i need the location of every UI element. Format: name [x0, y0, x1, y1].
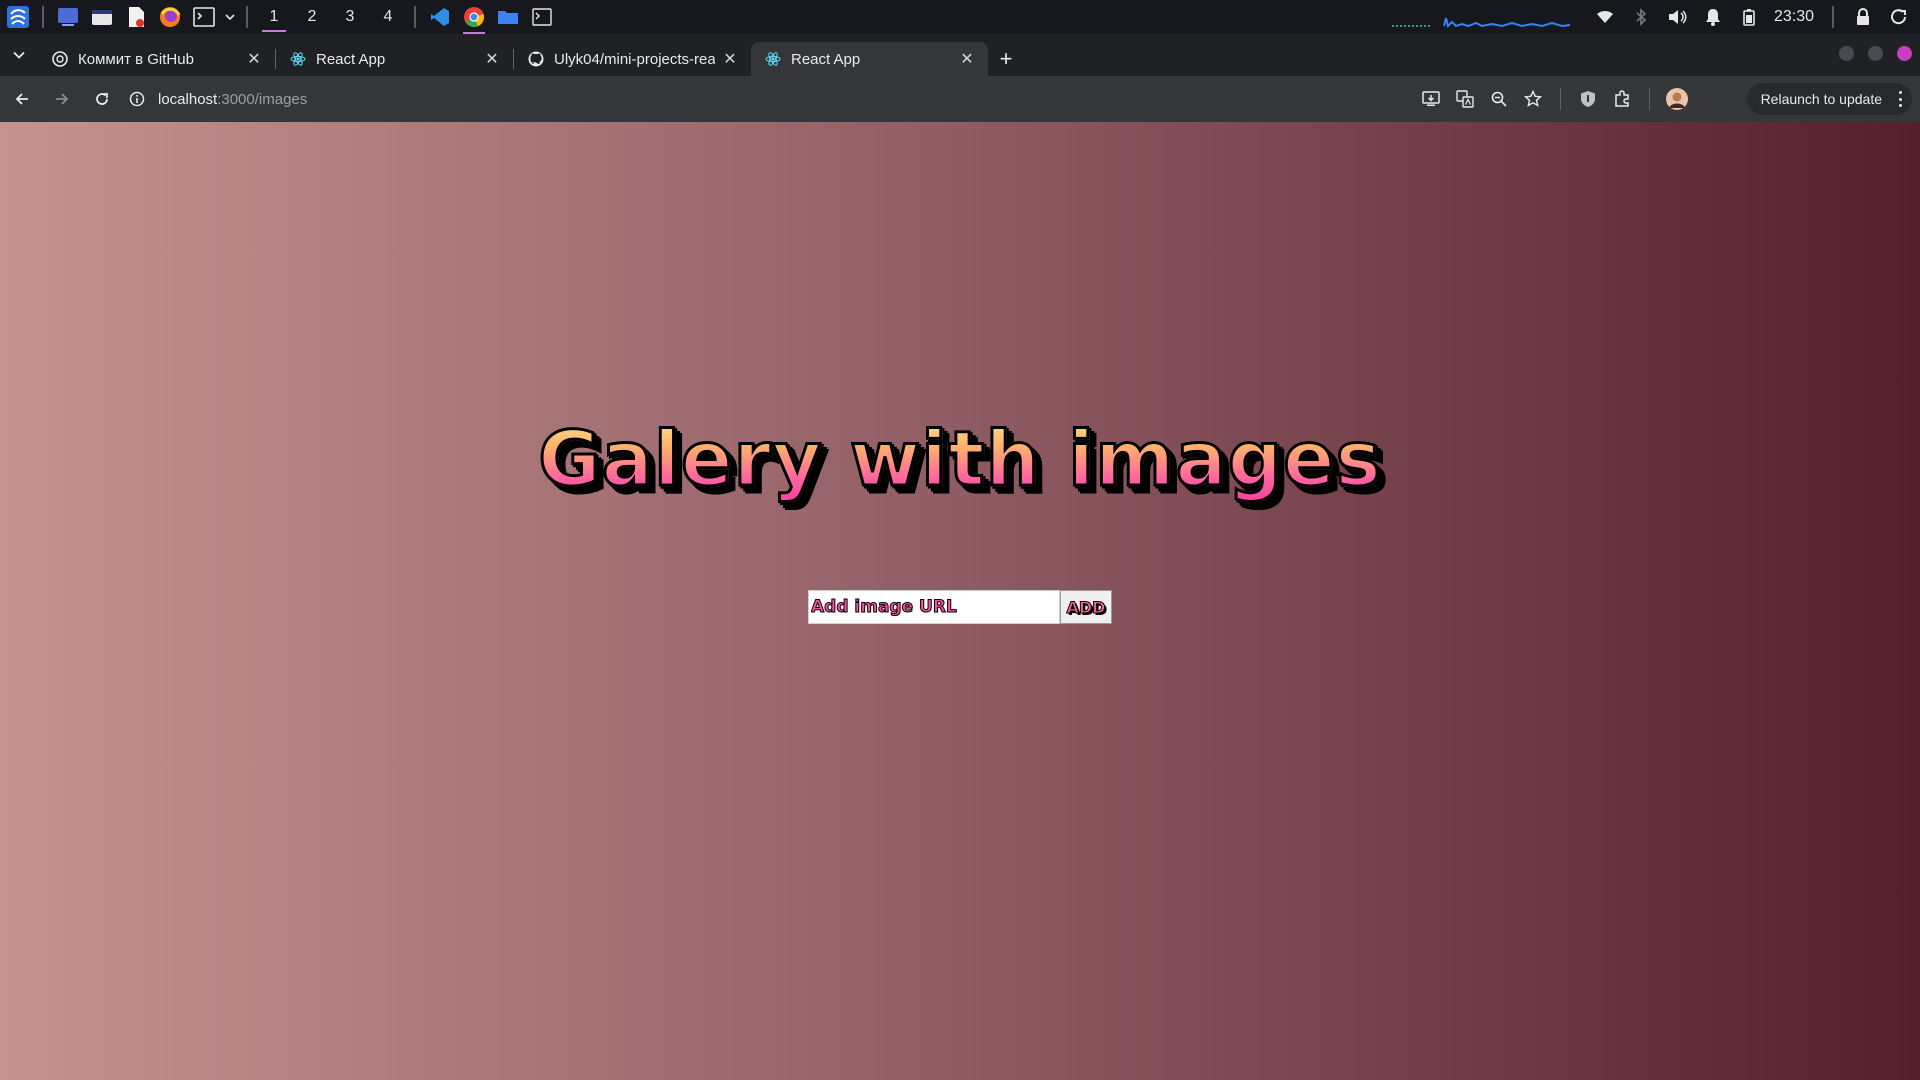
- close-icon[interactable]: ✕: [958, 50, 976, 68]
- back-button[interactable]: [4, 81, 40, 117]
- page-viewport: Galery with images ADD: [0, 122, 1920, 1080]
- react-icon: [765, 51, 781, 67]
- firefox-icon[interactable]: [156, 3, 184, 31]
- relaunch-to-update-button[interactable]: Relaunch to update: [1746, 83, 1912, 115]
- window-controls: [1839, 46, 1912, 61]
- image-url-input[interactable]: [808, 590, 1060, 624]
- toolbar-separator: [1649, 88, 1650, 110]
- workspace-3[interactable]: 3: [334, 0, 366, 34]
- power-icon[interactable]: [1888, 6, 1910, 28]
- browser-toolbar: localhost:3000/images Relaunch to update: [0, 76, 1920, 122]
- bell-icon[interactable]: [1702, 6, 1724, 28]
- forward-button[interactable]: [44, 81, 80, 117]
- add-image-form: ADD: [808, 590, 1112, 624]
- url-host: localhost: [158, 90, 218, 108]
- site-info-icon[interactable]: [120, 82, 154, 116]
- battery-icon[interactable]: [1738, 6, 1760, 28]
- clock[interactable]: 23:30: [1774, 8, 1814, 26]
- toolbar-separator: [1560, 88, 1561, 110]
- maximize-button[interactable]: [1868, 46, 1883, 61]
- launcher-icon[interactable]: [4, 3, 32, 31]
- page-title: Galery with images: [0, 413, 1920, 505]
- browser-tab-strip: Коммит в GitHub ✕ React App ✕ Ulyk04/min…: [0, 34, 1920, 76]
- tab-react-app-active[interactable]: React App ✕: [751, 42, 988, 76]
- github-icon: [528, 51, 544, 67]
- volume-icon[interactable]: [1666, 6, 1688, 28]
- files-icon[interactable]: [88, 3, 116, 31]
- wifi-icon[interactable]: [1594, 6, 1616, 28]
- desktop-icon[interactable]: [54, 3, 82, 31]
- tab-search-button[interactable]: [0, 34, 38, 76]
- bluetooth-icon[interactable]: [1630, 6, 1652, 28]
- tab-react-app-1[interactable]: React App ✕: [276, 42, 513, 76]
- workspace-1[interactable]: 1: [258, 0, 290, 34]
- panel-separator: [1832, 6, 1834, 28]
- address-bar[interactable]: localhost:3000/images: [120, 82, 1480, 116]
- minimize-button[interactable]: [1839, 46, 1854, 61]
- close-icon[interactable]: ✕: [483, 50, 501, 68]
- vscode-icon[interactable]: [426, 3, 454, 31]
- tab-title: React App: [316, 50, 386, 68]
- tab-commit-github[interactable]: Коммит в GitHub ✕: [38, 42, 275, 76]
- add-button[interactable]: ADD: [1060, 590, 1112, 624]
- workspace-2[interactable]: 2: [296, 0, 328, 34]
- more-menu-icon[interactable]: [1898, 91, 1902, 107]
- tab-title: React App: [791, 50, 861, 68]
- toolbar-actions: [1418, 76, 1690, 122]
- extensions-icon[interactable]: [1609, 86, 1635, 112]
- zoom-icon[interactable]: [1486, 86, 1512, 112]
- url-path: :3000/images: [217, 90, 308, 108]
- tab-title: Ulyk04/mini-projects-react: [554, 50, 715, 68]
- tab-github-repo[interactable]: Ulyk04/mini-projects-react ✕: [514, 42, 751, 76]
- profile-avatar[interactable]: [1664, 86, 1690, 112]
- chrome-icon[interactable]: [460, 3, 488, 34]
- close-icon[interactable]: ✕: [245, 50, 263, 68]
- chevron-down-icon[interactable]: [224, 3, 236, 31]
- cpu-graph: [1391, 17, 1571, 28]
- new-tab-button[interactable]: +: [988, 42, 1024, 76]
- tab-title: Коммит в GitHub: [78, 50, 194, 68]
- translate-icon[interactable]: [1452, 86, 1478, 112]
- chatgpt-icon: [52, 51, 68, 67]
- panel-separator: [42, 6, 44, 28]
- relaunch-label: Relaunch to update: [1760, 91, 1882, 107]
- url-text[interactable]: localhost:3000/images: [158, 91, 307, 108]
- install-app-icon[interactable]: [1418, 86, 1444, 112]
- window-close-button[interactable]: [1897, 46, 1912, 61]
- panel-separator: [246, 6, 248, 28]
- lock-icon[interactable]: [1852, 6, 1874, 28]
- bookmark-star-icon[interactable]: [1520, 86, 1546, 112]
- folder-icon[interactable]: [494, 3, 522, 31]
- os-top-panel: 1 2 3 4 23:30: [0, 0, 1920, 34]
- terminal-icon[interactable]: [190, 3, 218, 31]
- reload-button[interactable]: [84, 81, 120, 117]
- text-editor-icon[interactable]: [122, 3, 150, 31]
- shield-extension-icon[interactable]: [1575, 86, 1601, 112]
- panel-separator: [414, 6, 416, 28]
- react-icon: [290, 51, 306, 67]
- close-icon[interactable]: ✕: [721, 50, 739, 68]
- workspace-4[interactable]: 4: [372, 0, 404, 34]
- terminal-window-icon[interactable]: [528, 3, 556, 31]
